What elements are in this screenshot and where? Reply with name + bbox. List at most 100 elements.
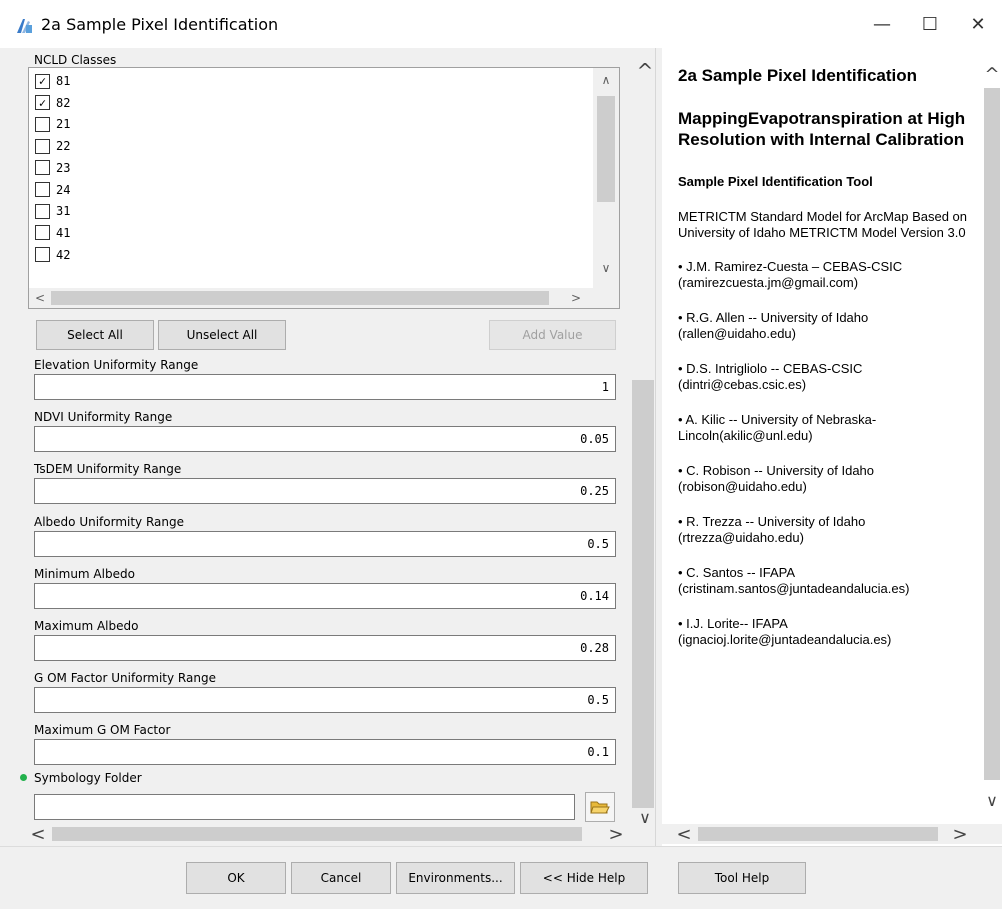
help-scroll-left-icon[interactable]: < xyxy=(674,824,694,845)
help-author-entry: • R.G. Allen -- University of Idaho (ral… xyxy=(678,310,869,341)
help-description: METRICTM Standard Model for ArcMap Based… xyxy=(678,209,968,240)
listbox-horizontal-scrollbar[interactable]: < > xyxy=(29,288,619,308)
ncld-class-value: 42 xyxy=(56,247,71,262)
environments-button[interactable]: Environments... xyxy=(396,862,515,894)
ncld-class-value: 22 xyxy=(56,139,71,154)
checkbox-unchecked-icon[interactable] xyxy=(35,203,50,219)
help-author-entry: • I.J. Lorite-- IFAPA (ignacioj.lorite@j… xyxy=(678,616,892,647)
pane-vertical-scroll-thumb[interactable] xyxy=(632,380,654,808)
help-author-entry: • D.S. Intrigliolo -- CEBAS-CSIC (dintri… xyxy=(678,361,863,392)
add-value-button[interactable]: Add Value xyxy=(489,320,616,350)
arcgis-tool-icon xyxy=(14,16,34,36)
pane-scroll-down-icon[interactable]: ∨ xyxy=(634,806,656,828)
field-input[interactable]: 0.28 xyxy=(34,635,616,661)
field-input[interactable]: 1 xyxy=(34,374,616,400)
field-label: TsDEM Uniformity Range xyxy=(34,462,182,477)
required-indicator-icon xyxy=(20,774,27,781)
browse-folder-button[interactable] xyxy=(585,792,615,822)
checkbox-unchecked-icon[interactable] xyxy=(35,116,50,132)
help-author-entry: • R. Trezza -- University of Idaho (rtre… xyxy=(678,514,866,545)
ncld-class-value: 21 xyxy=(56,117,71,132)
field-input[interactable]: 0.05 xyxy=(34,426,616,453)
select-all-button[interactable]: Select All xyxy=(36,320,154,350)
help-horizontal-scrollbar[interactable]: < > xyxy=(662,824,1002,845)
field-label: Minimum Albedo xyxy=(34,566,135,581)
ncld-class-item[interactable]: 21 xyxy=(35,113,70,135)
checkbox-unchecked-icon[interactable] xyxy=(35,138,50,154)
ncld-class-item[interactable]: ✓ 81 xyxy=(35,70,70,92)
minimize-button[interactable]: — xyxy=(858,0,906,48)
field-label: Albedo Uniformity Range xyxy=(34,514,185,529)
ncld-class-value: 31 xyxy=(56,204,71,219)
field-label: Elevation Uniformity Range xyxy=(34,358,199,372)
checkbox-unchecked-icon[interactable] xyxy=(35,160,50,176)
help-scroll-down-icon[interactable]: ∨ xyxy=(982,788,1002,812)
ncld-class-value: 41 xyxy=(56,225,71,240)
tool-help-button[interactable]: Tool Help xyxy=(678,862,806,894)
field-input[interactable]: 0.25 xyxy=(34,478,616,505)
help-authors-list: • J.M. Ramirez-Cuesta – CEBAS-CSIC (rami… xyxy=(678,259,978,648)
symbology-folder-label: Symbology Folder xyxy=(34,771,142,785)
ncld-class-value: 23 xyxy=(56,160,71,175)
ncld-class-item[interactable]: 41 xyxy=(35,222,70,244)
ncld-class-item[interactable]: 24 xyxy=(35,179,70,201)
checkbox-unchecked-icon[interactable] xyxy=(35,225,50,241)
help-pane: 2a Sample Pixel Identification MappingEv… xyxy=(662,48,1002,846)
listbox-vertical-scrollbar[interactable]: ∧ ∨ xyxy=(593,68,619,288)
help-heading: MappingEvapotranspiration at High Resolu… xyxy=(678,109,966,149)
ncld-classes-listbox[interactable]: ✓ 81 ✓ 82 21 22 23 24 31 41 42 ∧ ∨ < > xyxy=(28,67,620,309)
listbox-scroll-right-icon[interactable]: > xyxy=(567,288,585,308)
ncld-class-item[interactable]: 22 xyxy=(35,135,70,157)
field-label: NDVI Uniformity Range xyxy=(34,410,173,425)
pane-horizontal-scrollbar[interactable]: < > xyxy=(28,824,628,845)
checkbox-checked-icon[interactable]: ✓ xyxy=(35,95,50,111)
title-bar: 2a Sample Pixel Identification — ☐ ✕ xyxy=(0,0,1002,48)
field-input[interactable]: 0.1 xyxy=(34,739,616,766)
ncld-class-item[interactable]: 23 xyxy=(35,157,70,179)
ncld-class-item[interactable]: 42 xyxy=(35,244,70,266)
ncld-class-item[interactable]: 31 xyxy=(35,200,70,222)
field-label: Maximum Albedo xyxy=(34,619,139,633)
pane-hscroll-thumb[interactable] xyxy=(52,827,582,841)
checkbox-unchecked-icon[interactable] xyxy=(35,247,50,263)
ncld-class-value: 82 xyxy=(56,95,71,110)
listbox-scroll-left-icon[interactable]: < xyxy=(31,288,49,308)
help-author-entry: • J.M. Ramirez-Cuesta – CEBAS-CSIC (rami… xyxy=(678,259,903,290)
pane-scroll-left-icon[interactable]: < xyxy=(28,824,48,845)
listbox-scroll-down-icon[interactable]: ∨ xyxy=(593,258,619,278)
help-vertical-scroll-thumb[interactable] xyxy=(984,88,1000,780)
field-input[interactable]: 0.5 xyxy=(34,530,616,557)
checkbox-unchecked-icon[interactable] xyxy=(35,182,50,197)
listbox-scroll-thumb[interactable] xyxy=(597,96,615,202)
checkbox-checked-icon[interactable]: ✓ xyxy=(35,73,50,89)
ncld-class-value: 81 xyxy=(56,74,71,88)
listbox-scroll-up-icon[interactable]: ∧ xyxy=(593,70,619,90)
help-subheading: Sample Pixel Identification Tool xyxy=(678,174,873,189)
help-hscroll-thumb[interactable] xyxy=(698,827,938,841)
open-folder-icon xyxy=(590,801,610,814)
pane-scroll-right-icon[interactable]: > xyxy=(606,824,626,845)
help-content: 2a Sample Pixel Identification MappingEv… xyxy=(678,60,978,667)
field-label: G OM Factor Uniformity Range xyxy=(34,671,216,686)
symbology-folder-input[interactable] xyxy=(34,794,575,820)
hide-help-button[interactable]: << Hide Help xyxy=(520,862,648,894)
help-scroll-up-icon[interactable]: ^ xyxy=(982,62,1002,86)
field-input[interactable]: 0.14 xyxy=(34,582,616,609)
field-input[interactable]: 0.5 xyxy=(34,687,616,714)
help-author-entry: • C. Robison -- University of Idaho (rob… xyxy=(678,463,875,494)
help-author-entry: • A. Kilic -- University of Nebraska-Lin… xyxy=(678,412,877,443)
pane-scroll-up-icon[interactable]: ^ xyxy=(634,59,656,83)
close-button[interactable]: ✕ xyxy=(954,0,1002,48)
ncld-class-value: 24 xyxy=(56,182,71,197)
ncld-classes-label: NCLD Classes xyxy=(34,53,117,67)
help-title: 2a Sample Pixel Identification xyxy=(678,66,918,85)
maximize-button[interactable]: ☐ xyxy=(906,0,954,48)
unselect-all-button[interactable]: Unselect All xyxy=(158,320,286,350)
cancel-button[interactable]: Cancel xyxy=(291,862,391,894)
ncld-class-item[interactable]: ✓ 82 xyxy=(35,92,70,114)
ok-button[interactable]: OK xyxy=(186,862,286,894)
help-author-entry: • C. Santos -- IFAPA (cristinam.santos@j… xyxy=(678,565,910,596)
window-title: 2a Sample Pixel Identification xyxy=(41,15,279,34)
listbox-hscroll-thumb[interactable] xyxy=(51,291,549,305)
help-scroll-right-icon[interactable]: > xyxy=(950,824,970,845)
